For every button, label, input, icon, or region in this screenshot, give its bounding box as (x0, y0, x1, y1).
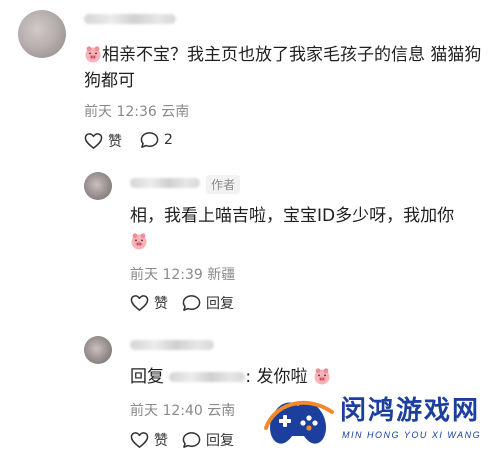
reply-meta: 前天 12:39 新疆 (130, 264, 235, 284)
timestamp: 前天 12:36 (84, 104, 157, 120)
heart-icon (84, 133, 103, 149)
like-label: 赞 (108, 134, 122, 150)
comment-meta: 前天 12:36 云南 (84, 101, 189, 121)
like-button[interactable]: 赞 (130, 293, 168, 313)
location: 云南 (207, 403, 236, 419)
comment-count-button[interactable]: 2 (140, 131, 173, 149)
timestamp: 前天 12:40 (130, 403, 203, 419)
username-blurred[interactable] (84, 14, 176, 24)
reply-text: 回复 : 发你啦 (130, 364, 480, 390)
reply-button[interactable]: 回复 (182, 293, 234, 313)
mentioned-username-blurred[interactable] (169, 372, 246, 382)
reply-text: 相，我看上喵吉啦，宝宝ID多少呀，我加你 (130, 203, 480, 255)
reply-label: 回复 (206, 296, 234, 312)
reply-meta: 前天 12:40 云南 (130, 400, 235, 420)
username-blurred[interactable] (130, 178, 200, 188)
reply-count: 2 (164, 132, 173, 148)
avatar[interactable] (84, 336, 112, 364)
watermark-subtitle: MIN HONG YOU XI WANG (342, 430, 482, 440)
watermark-title: 闵鸿游戏网 (340, 396, 481, 426)
avatar[interactable] (84, 172, 112, 200)
comment-bubble-icon (140, 132, 159, 148)
pig-emoji-icon (313, 367, 331, 385)
location: 新疆 (207, 267, 236, 283)
like-label: 赞 (154, 296, 168, 312)
heart-icon (130, 295, 149, 311)
reply-prefix: 回复 (130, 367, 164, 387)
like-button[interactable]: 赞 (84, 131, 122, 151)
comment-text: 相亲不宝？我主页也放了我家毛孩子的信息 猫猫狗狗都可 (84, 45, 482, 91)
watermark-logo: 闵鸿游戏网 MIN HONG YOU XI WANG (262, 392, 484, 452)
timestamp: 前天 12:39 (130, 267, 203, 283)
comment-bubble-icon (182, 295, 201, 311)
pig-emoji-icon (84, 45, 102, 63)
heart-icon (130, 432, 149, 448)
comment-bubble-icon (182, 432, 201, 448)
location: 云南 (161, 104, 190, 120)
like-button[interactable]: 赞 (130, 430, 168, 450)
pig-emoji-icon (130, 232, 148, 250)
author-tag: 作者 (206, 175, 241, 194)
gamepad-logo-icon (264, 400, 334, 444)
avatar[interactable] (18, 10, 66, 58)
like-label: 赞 (154, 433, 168, 449)
reply-button[interactable]: 回复 (182, 430, 234, 450)
reply-label: 回复 (206, 433, 234, 449)
username-blurred[interactable] (130, 340, 214, 350)
